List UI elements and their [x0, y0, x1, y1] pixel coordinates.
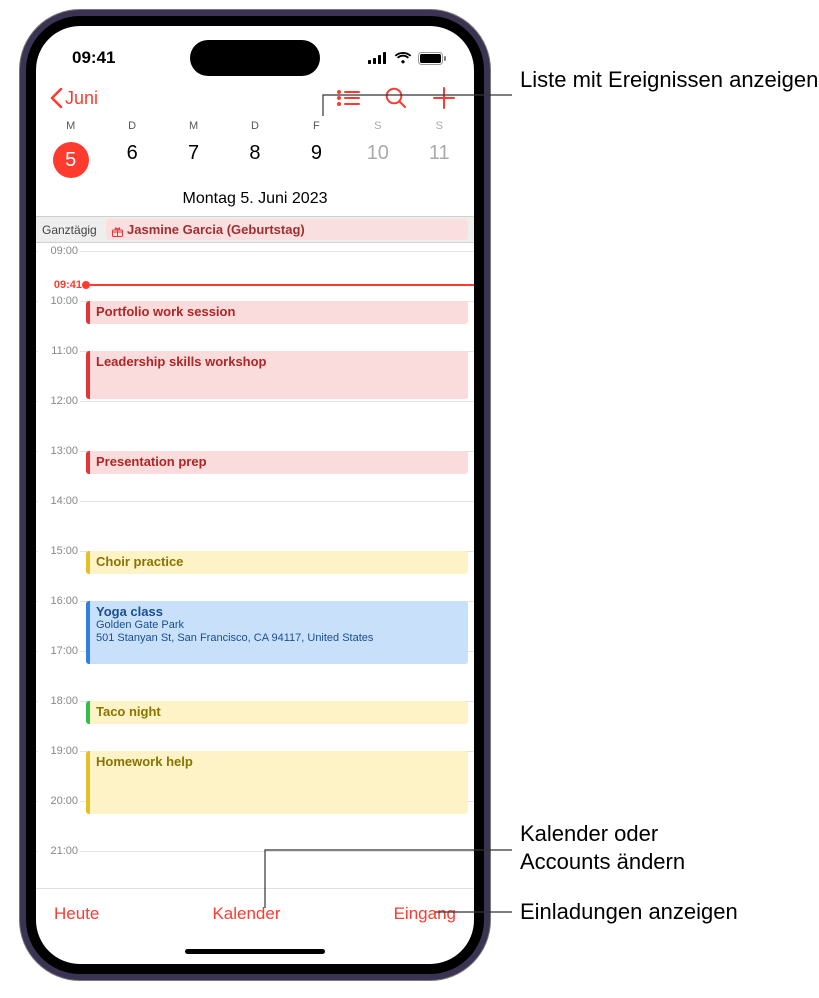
weekday-cell: M [163, 120, 224, 136]
date-cell[interactable]: 9 [286, 136, 347, 184]
callout-list: Liste mit Ereignissen anzeigen [520, 66, 818, 94]
weekday-cell: S [347, 120, 408, 136]
event-title: Leadership skills workshop [96, 354, 462, 369]
weekday-cell: F [286, 120, 347, 136]
hour-row: 09:00 [36, 251, 474, 301]
wifi-icon [394, 52, 412, 64]
add-button[interactable] [420, 78, 468, 118]
allday-row: Ganztägig Jasmine Garcia (Geburtstag) [36, 217, 474, 243]
hour-row: 12:00 [36, 401, 474, 451]
hour-label: 19:00 [38, 745, 80, 757]
allday-label: Ganztägig [36, 217, 106, 242]
allday-event-title: Jasmine Garcia (Geburtstag) [127, 222, 305, 237]
event-title: Taco night [96, 704, 462, 719]
phone-frame: 09:41 Juni [20, 10, 490, 980]
hour-label: 09:00 [38, 245, 80, 257]
calendar-event[interactable]: Presentation prep [86, 451, 468, 474]
hour-label: 17:00 [38, 645, 80, 657]
hour-label: 18:00 [38, 695, 80, 707]
weekday-cell: S [409, 120, 470, 136]
hour-label: 12:00 [38, 395, 80, 407]
inbox-button[interactable]: Eingang [394, 904, 456, 924]
hour-row: 21:00 [36, 851, 474, 888]
event-title: Presentation prep [96, 454, 462, 469]
now-label: 09:41 [36, 279, 82, 291]
search-icon [385, 87, 407, 109]
calendar-event[interactable]: Taco night [86, 701, 468, 724]
gift-icon [112, 225, 122, 235]
allday-event[interactable]: Jasmine Garcia (Geburtstag) [106, 219, 468, 240]
today-button[interactable]: Heute [54, 904, 99, 924]
status-time: 09:41 [72, 48, 115, 68]
calendar-event[interactable]: Homework help [86, 751, 468, 814]
weekday-cell: M [40, 120, 101, 136]
plus-icon [433, 87, 455, 109]
cellular-icon [368, 52, 388, 64]
date-cell[interactable]: 10 [347, 136, 408, 184]
hour-row: 14:00 [36, 501, 474, 551]
weekday-row: MDMDFSS [36, 120, 474, 136]
calendar-event[interactable]: Yoga classGolden Gate Park501 Stanyan St… [86, 601, 468, 664]
event-title: Portfolio work session [96, 304, 462, 319]
date-cell[interactable]: 6 [101, 136, 162, 184]
date-cell[interactable]: 5 [40, 136, 101, 184]
chevron-left-icon [50, 88, 63, 108]
hour-label: 20:00 [38, 795, 80, 807]
calendars-button[interactable]: Kalender [212, 904, 280, 924]
weekday-cell: D [101, 120, 162, 136]
back-label: Juni [65, 88, 98, 109]
search-button[interactable] [372, 78, 420, 118]
phone-bezel: 09:41 Juni [26, 16, 484, 974]
dynamic-island [190, 40, 320, 76]
nav-bar: Juni [36, 76, 474, 120]
date-cell[interactable]: 7 [163, 136, 224, 184]
date-title: Montag 5. Juni 2023 [36, 184, 474, 217]
event-subtitle: Golden Gate Park [96, 619, 462, 632]
hour-label: 15:00 [38, 545, 80, 557]
calendar-event[interactable]: Portfolio work session [86, 301, 468, 324]
home-indicator [36, 938, 474, 964]
bottom-toolbar: Heute Kalender Eingang [36, 888, 474, 938]
back-button[interactable]: Juni [44, 84, 104, 113]
screen: 09:41 Juni [36, 26, 474, 964]
list-icon [336, 89, 360, 107]
hour-label: 14:00 [38, 495, 80, 507]
list-button[interactable] [324, 78, 372, 118]
hour-label: 10:00 [38, 295, 80, 307]
event-title: Homework help [96, 754, 462, 769]
hour-label: 13:00 [38, 445, 80, 457]
hour-label: 21:00 [38, 845, 80, 857]
callout-invites: Einladungen anzeigen [520, 898, 738, 926]
date-cell[interactable]: 8 [224, 136, 285, 184]
date-row: 567891011 [36, 136, 474, 184]
event-location: 501 Stanyan St, San Francisco, CA 94117,… [96, 632, 462, 645]
callout-accounts: Kalender oder Accounts ändern [520, 820, 685, 875]
event-title: Yoga class [96, 604, 462, 619]
battery-icon [418, 52, 446, 65]
hour-grid[interactable]: 09:0010:0011:0012:0013:0014:0015:0016:00… [36, 243, 474, 888]
weekday-cell: D [224, 120, 285, 136]
calendar-event[interactable]: Leadership skills workshop [86, 351, 468, 399]
event-title: Choir practice [96, 554, 462, 569]
hour-label: 11:00 [38, 345, 80, 357]
date-cell[interactable]: 11 [409, 136, 470, 184]
hour-label: 16:00 [38, 595, 80, 607]
calendar-event[interactable]: Choir practice [86, 551, 468, 574]
